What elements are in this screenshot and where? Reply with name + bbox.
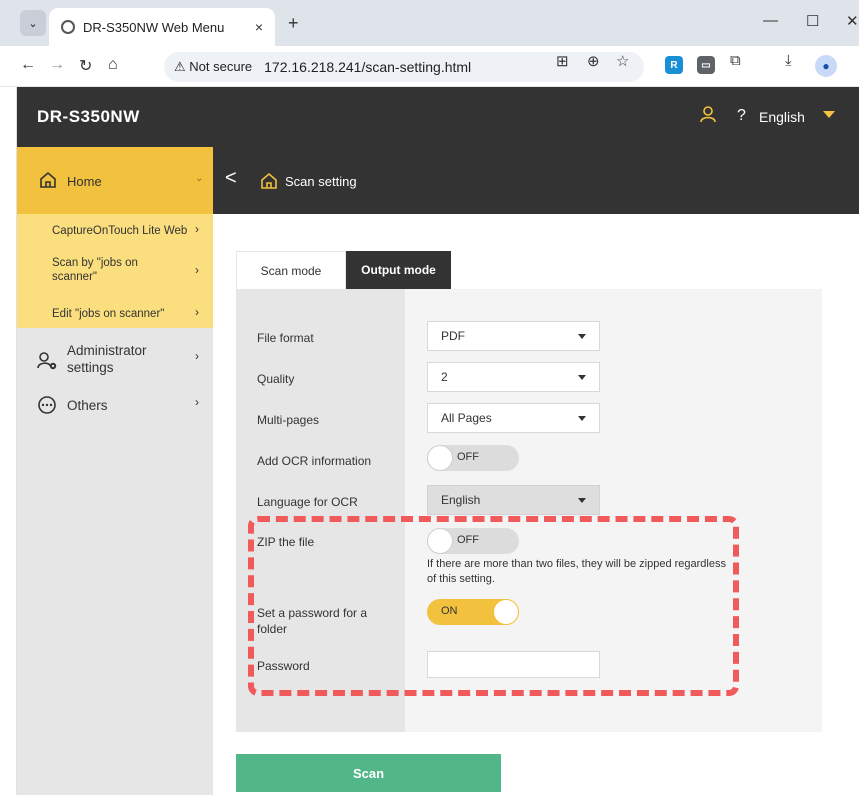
caret-down-icon [578, 375, 586, 380]
multi-pages-label: Multi-pages [257, 413, 320, 427]
more-dots-icon [37, 395, 57, 420]
new-tab-button[interactable]: + [288, 13, 299, 34]
file-format-value: PDF [441, 329, 465, 343]
caret-down-icon [578, 498, 586, 503]
toggle-state: OFF [457, 451, 479, 463]
file-format-select[interactable]: PDF [427, 321, 600, 351]
reload-icon[interactable]: ↻ [79, 56, 92, 76]
folder-password-toggle[interactable]: ON [427, 599, 519, 625]
folder-password-label: Set a password for a folder [257, 606, 368, 636]
quality-label: Quality [257, 372, 295, 386]
language-selector[interactable]: English [759, 109, 805, 125]
ocr-language-label: Language for OCR [257, 495, 358, 509]
browser-tab[interactable]: DR-S350NW Web Menu × [49, 8, 275, 46]
chevron-right-icon: › [195, 349, 199, 363]
address-bar[interactable]: ⚠ Not secure 172.16.218.241/scan-setting… [164, 52, 644, 82]
extensions-puzzle-icon[interactable]: ⧉ [730, 52, 741, 69]
zip-note: If there are more than two files, they w… [427, 558, 726, 585]
globe-icon [61, 20, 75, 34]
caret-down-icon [578, 416, 586, 421]
sidebar-item-home[interactable]: Home ⌄ [17, 147, 213, 214]
page-title: Scan setting [285, 174, 357, 189]
forward-arrow-icon[interactable]: → [49, 56, 65, 74]
zip-toggle[interactable]: OFF [427, 528, 519, 554]
password-label: Password [257, 659, 310, 673]
sidebar-item-label: Others [67, 398, 108, 413]
close-window-button[interactable]: ✕ [846, 12, 859, 30]
home-icon[interactable]: ⌂ [108, 56, 118, 74]
download-icon[interactable]: ⤓ [785, 52, 792, 69]
quality-value: 2 [441, 370, 448, 384]
sidebar-item-others[interactable]: Others › [17, 393, 213, 417]
chevron-down-icon: ⌄ [195, 173, 204, 184]
subitem-label: Scan by "jobs on scanner" [52, 257, 138, 283]
user-icon[interactable] [699, 105, 717, 128]
brand-title: DR-S350NW [37, 107, 140, 126]
tab-close-icon[interactable]: × [255, 19, 263, 35]
password-field[interactable] [427, 651, 600, 678]
maximize-button[interactable]: ☐ [806, 12, 819, 30]
home-icon [39, 171, 57, 194]
home-icon [260, 172, 278, 195]
url-text[interactable]: 172.16.218.241/scan-setting.html [264, 59, 471, 75]
multi-pages-select[interactable]: All Pages [427, 403, 600, 433]
home-submenu: CaptureOnTouch Lite Web › Scan by "jobs … [17, 214, 213, 328]
quality-select[interactable]: 2 [427, 362, 600, 392]
subitem-label: CaptureOnTouch Lite Web [52, 225, 188, 237]
browser-tabstrip: ⌄ DR-S350NW Web Menu × + — ☐ ✕ [0, 0, 859, 46]
scan-button[interactable]: Scan [236, 754, 501, 792]
browser-toolbar: ← → ↻ ⌂ ⚠ Not secure 172.16.218.241/scan… [0, 46, 859, 87]
extension-r-icon[interactable]: R [665, 56, 683, 74]
ocr-language-value: English [441, 493, 481, 507]
sidebar: Home ⌄ CaptureOnTouch Lite Web › Scan by… [17, 147, 213, 795]
caret-down-icon [578, 334, 586, 339]
translate-icon[interactable]: ⊞ [556, 52, 569, 70]
chevron-right-icon: › [195, 395, 199, 409]
help-icon[interactable]: ? [737, 107, 746, 125]
toggle-knob [493, 599, 519, 625]
back-arrow-icon[interactable]: ← [20, 56, 36, 74]
ocr-language-select[interactable]: English [427, 485, 600, 515]
chevron-right-icon: › [195, 263, 199, 277]
window-edge [0, 87, 17, 795]
tab-output-mode[interactable]: Output mode [346, 251, 451, 289]
app-header: DR-S350NW ? English [17, 87, 859, 147]
admin-gear-icon [37, 351, 59, 376]
sidebar-item-administrator[interactable]: Administrator settings › [17, 339, 213, 379]
zip-label: ZIP the file [257, 535, 315, 549]
page-subheader: < Scan setting [213, 147, 859, 214]
add-ocr-label: Add OCR information [257, 454, 372, 468]
toggle-knob [427, 528, 453, 554]
subitem-label: Edit "jobs on scanner" [52, 308, 165, 320]
extension-chat-icon[interactable]: ▭ [697, 56, 715, 74]
toggle-state: ON [441, 605, 458, 617]
sidebar-item-label: Home [67, 174, 102, 189]
tab-search-button[interactable]: ⌄ [20, 10, 46, 36]
back-button[interactable]: < [225, 167, 237, 190]
add-ocr-toggle[interactable]: OFF [427, 445, 519, 471]
tab-scan-mode[interactable]: Scan mode [236, 251, 346, 289]
minimize-button[interactable]: — [763, 12, 778, 29]
profile-avatar-icon[interactable]: ● [815, 55, 837, 77]
not-secure-indicator[interactable]: ⚠ Not secure [174, 59, 252, 75]
chevron-right-icon: › [195, 222, 199, 236]
zoom-icon[interactable]: ⊕ [587, 52, 600, 70]
main-content: Scan mode Output mode File format PDF Qu… [213, 214, 859, 795]
chevron-down-icon[interactable] [823, 111, 835, 118]
sidebar-item-label: Administrator settings [67, 343, 147, 375]
chevron-right-icon: › [195, 305, 199, 319]
bookmark-star-icon[interactable]: ☆ [616, 52, 629, 70]
multi-pages-value: All Pages [441, 411, 492, 425]
settings-panel: File format PDF Quality 2 Multi-pages Al… [236, 289, 822, 732]
tab-title: DR-S350NW Web Menu [83, 19, 225, 35]
toggle-knob [427, 445, 453, 471]
file-format-label: File format [257, 331, 314, 345]
toggle-state: OFF [457, 534, 479, 546]
